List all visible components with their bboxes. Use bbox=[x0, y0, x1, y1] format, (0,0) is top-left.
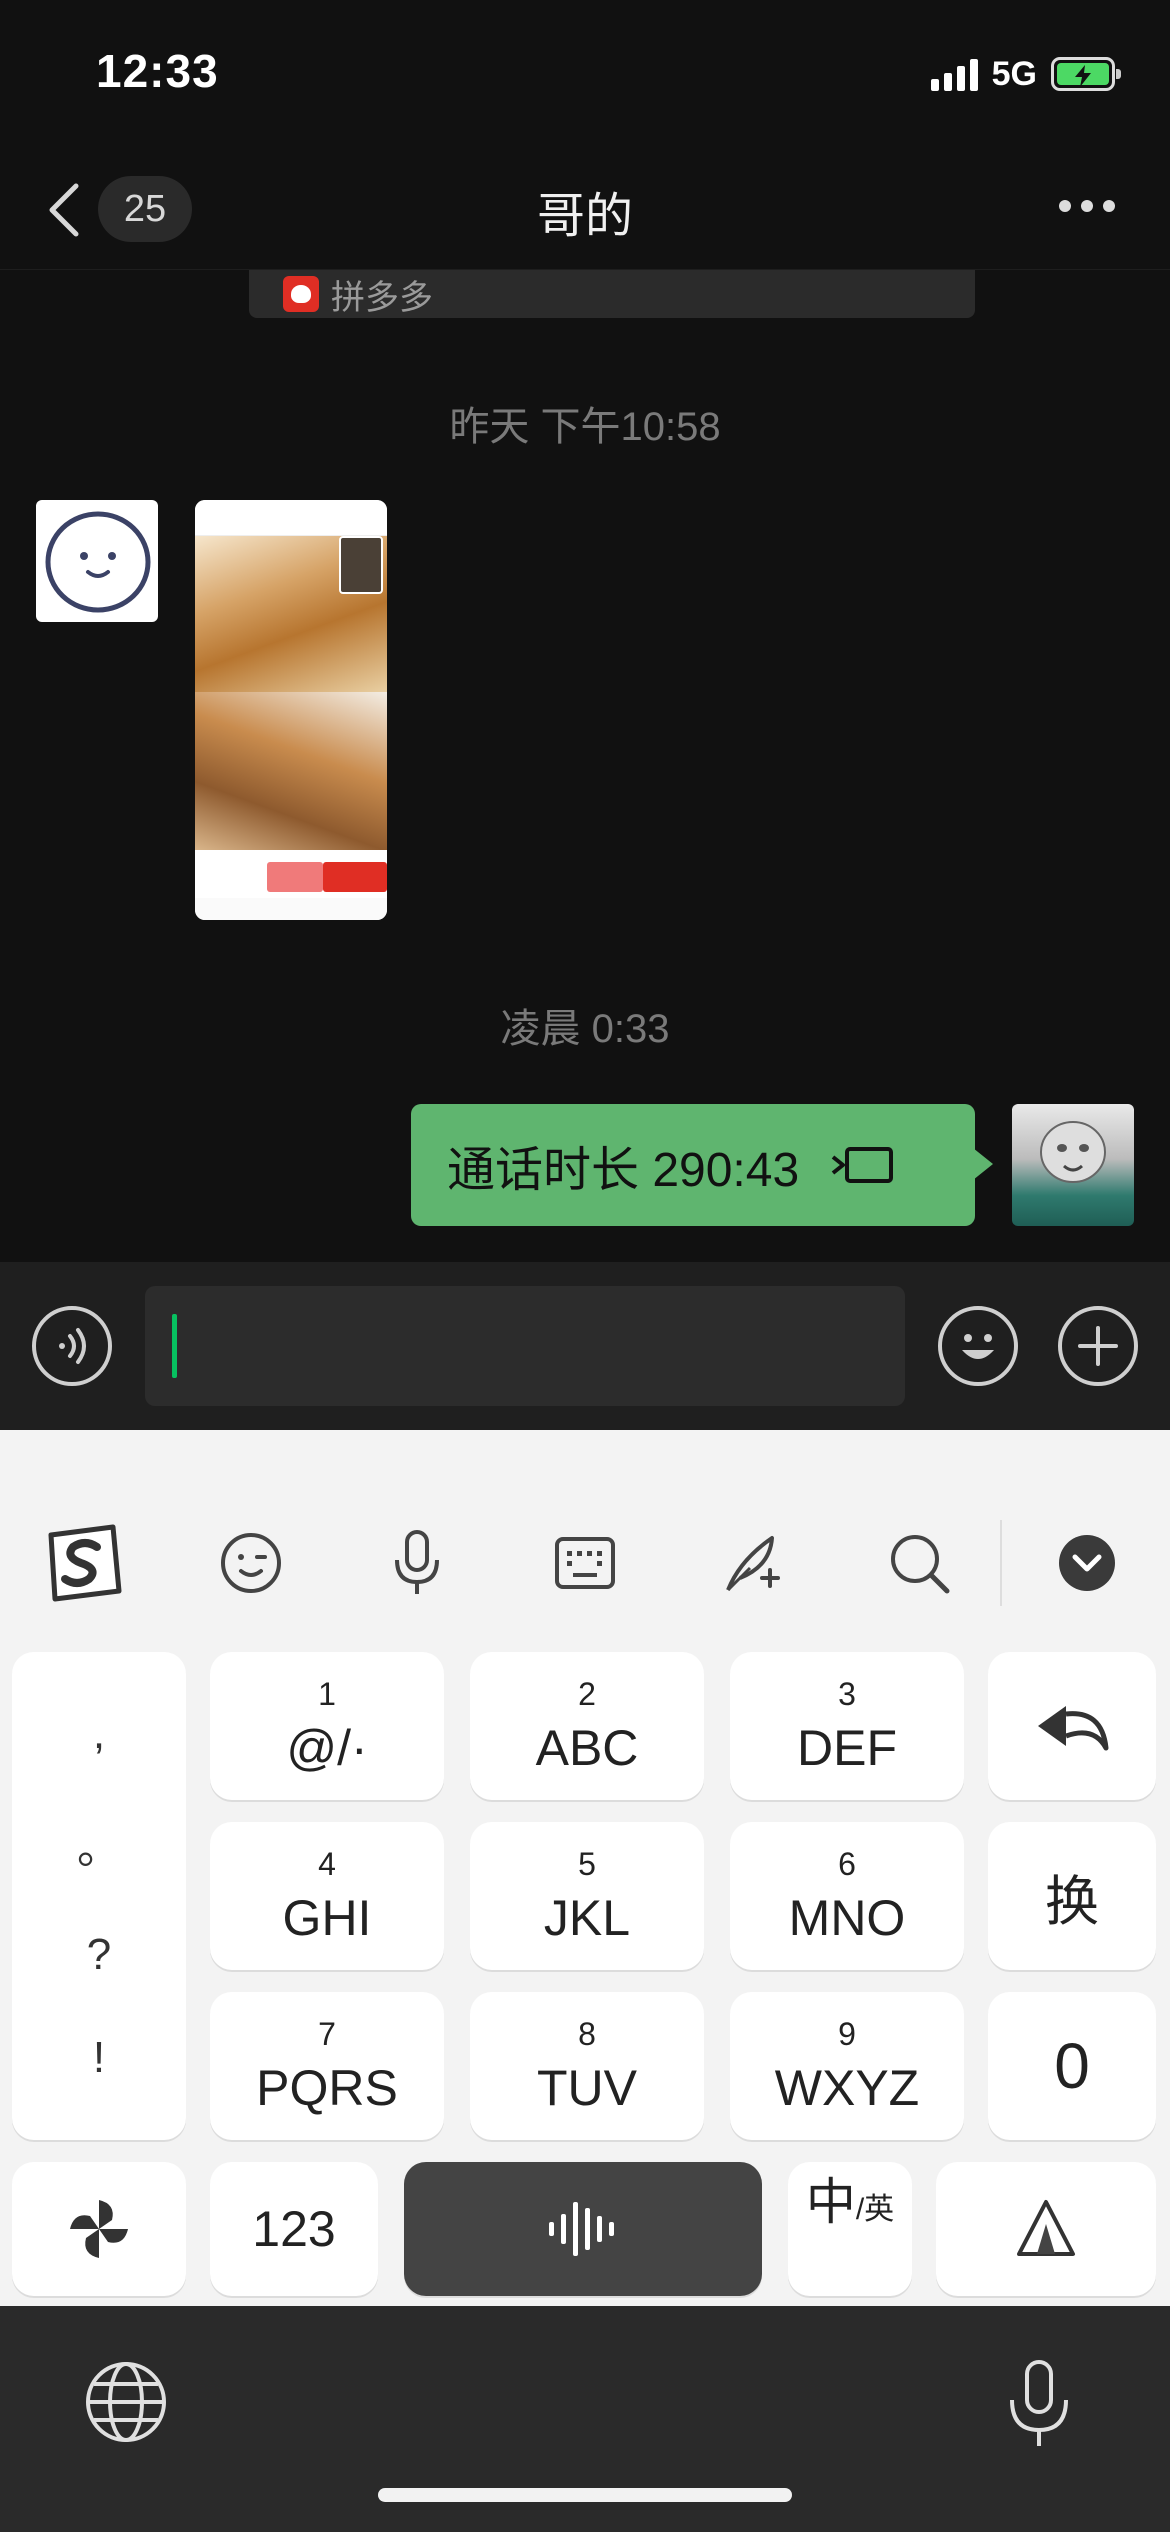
pinduoduo-logo-icon bbox=[283, 276, 319, 312]
key-6[interactable]: 6 MNO bbox=[730, 1822, 964, 1970]
backspace-key[interactable] bbox=[988, 1652, 1156, 1800]
keyboard: , 。 ? ! 1 @/· 2 ABC 3 DEF 4 GHI 5 JKL 6 … bbox=[0, 1430, 1170, 2306]
key-7[interactable]: 7 PQRS bbox=[210, 1992, 444, 2140]
key-0[interactable]: 0 bbox=[988, 1992, 1156, 2140]
switch-key[interactable]: 换 bbox=[988, 1822, 1156, 1970]
microphone-icon[interactable] bbox=[372, 1518, 462, 1608]
call-duration-text: 通话时长 290:43 bbox=[447, 1144, 800, 1197]
key-9[interactable]: 9 WXYZ bbox=[730, 1992, 964, 2140]
punctuation-column[interactable]: , 。 ? ! bbox=[12, 1652, 186, 2140]
emoji-panel-icon[interactable] bbox=[206, 1518, 296, 1608]
voice-wave-icon bbox=[549, 2202, 614, 2256]
voice-wave-icon bbox=[59, 1328, 86, 1364]
battery-icon bbox=[1051, 57, 1121, 91]
key-5[interactable]: 5 JKL bbox=[470, 1822, 704, 1970]
pinwheel-icon bbox=[70, 2200, 128, 2258]
triangle-send-icon bbox=[1017, 2200, 1075, 2256]
handwriting-icon[interactable] bbox=[708, 1518, 798, 1608]
chat-header: 25 哥的 bbox=[0, 150, 1170, 270]
call-duration-message[interactable]: 通话时长 290:43 bbox=[411, 1104, 993, 1226]
punct-question[interactable]: ? bbox=[87, 1930, 111, 1980]
backspace-icon bbox=[1038, 1706, 1109, 1751]
quoted-message[interactable]: 拼多多 bbox=[249, 270, 975, 318]
language-switch-key[interactable]: 中 /英 bbox=[788, 2162, 912, 2296]
message-timestamp: 昨天 下午10:58 bbox=[449, 405, 721, 449]
voice-space-key[interactable] bbox=[404, 2162, 762, 2296]
numeric-mode-key[interactable]: 123 bbox=[210, 2162, 378, 2296]
pinwheel-key[interactable] bbox=[12, 2162, 186, 2296]
search-icon[interactable] bbox=[874, 1518, 964, 1608]
message-timestamp-2: 凌晨 0:33 bbox=[500, 1007, 670, 1051]
contact-avatar[interactable] bbox=[36, 500, 158, 622]
key-4[interactable]: 4 GHI bbox=[210, 1822, 444, 1970]
keyboard-layout-icon[interactable] bbox=[540, 1518, 630, 1608]
key-3[interactable]: 3 DEF bbox=[730, 1652, 964, 1800]
plus-icon bbox=[1078, 1326, 1118, 1366]
punct-period[interactable]: 。 bbox=[77, 1812, 121, 1876]
signal-icon bbox=[930, 57, 978, 91]
key-1[interactable]: 1 @/· bbox=[210, 1652, 444, 1800]
message-input[interactable] bbox=[145, 1286, 905, 1406]
key-2[interactable]: 2 ABC bbox=[470, 1652, 704, 1800]
globe-icon[interactable] bbox=[84, 2360, 168, 2444]
home-indicator[interactable] bbox=[378, 2488, 792, 2502]
dictation-microphone-icon[interactable] bbox=[1004, 2358, 1074, 2450]
message-input-bar bbox=[0, 1262, 1170, 1430]
toolbar-divider bbox=[1000, 1520, 1002, 1606]
chat-title: 哥的 bbox=[536, 190, 633, 243]
text-cursor bbox=[172, 1314, 177, 1378]
smiley-icon bbox=[962, 1334, 994, 1359]
user-avatar[interactable] bbox=[1012, 1104, 1134, 1226]
status-indicators: 5G bbox=[930, 52, 1121, 96]
enter-key[interactable] bbox=[936, 2162, 1156, 2296]
quoted-message-text: 拼多多 bbox=[331, 278, 433, 317]
punct-comma[interactable]: , bbox=[93, 1709, 105, 1759]
voice-input-button[interactable] bbox=[32, 1306, 112, 1386]
status-time: 12:33 bbox=[96, 45, 219, 97]
sogou-logo-icon[interactable] bbox=[38, 1518, 128, 1608]
emoji-button[interactable] bbox=[938, 1306, 1018, 1386]
more-options-icon[interactable] bbox=[1059, 200, 1115, 212]
punct-exclaim[interactable]: ! bbox=[93, 2033, 105, 2083]
network-type: 5G bbox=[991, 54, 1037, 93]
video-call-icon bbox=[831, 1147, 894, 1183]
add-attachment-button[interactable] bbox=[1058, 1306, 1138, 1386]
key-8[interactable]: 8 TUV bbox=[470, 1992, 704, 2140]
image-message[interactable] bbox=[195, 500, 387, 920]
collapse-keyboard-icon[interactable] bbox=[1042, 1518, 1132, 1608]
